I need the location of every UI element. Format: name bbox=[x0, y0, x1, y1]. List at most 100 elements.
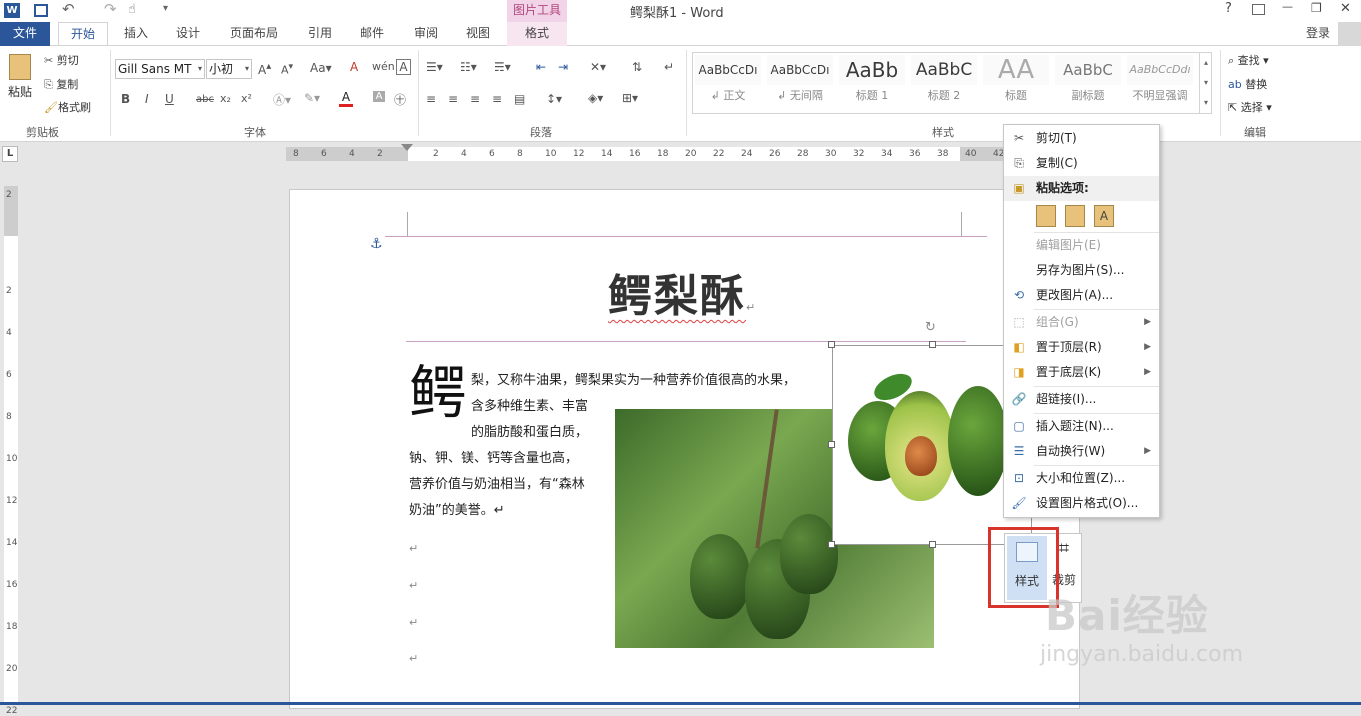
resize-handle[interactable] bbox=[929, 541, 936, 548]
clear-format-icon[interactable]: A bbox=[350, 60, 358, 74]
format-painter-button[interactable]: 🖌格式刷 bbox=[44, 99, 91, 115]
text-effects-icon[interactable]: Ⓐ▾ bbox=[273, 91, 291, 108]
tab-selector[interactable]: L bbox=[2, 146, 18, 162]
style-heading2[interactable]: AaBbC 标题 2 bbox=[911, 55, 977, 103]
decrease-indent-icon[interactable]: ⇤ bbox=[536, 60, 546, 74]
phonetic-guide-icon[interactable]: wén bbox=[372, 60, 395, 73]
login-link[interactable]: 登录 bbox=[1300, 22, 1336, 46]
replace-button[interactable]: ab 替换 bbox=[1228, 76, 1267, 92]
increase-indent-icon[interactable]: ⇥ bbox=[558, 60, 568, 74]
tab-layout[interactable]: 页面布局 bbox=[222, 22, 286, 46]
menu-format-picture[interactable]: 🖌 设置图片格式(O)... bbox=[1004, 491, 1159, 516]
menu-size-position[interactable]: ⊡ 大小和位置(Z)... bbox=[1004, 466, 1159, 491]
borders-icon[interactable]: ⊞▾ bbox=[622, 91, 638, 105]
cut-avocado-image[interactable] bbox=[832, 345, 1032, 545]
touch-mode-icon[interactable]: ☝ bbox=[128, 2, 136, 17]
menu-change-picture[interactable]: ⟲ 更改图片(A)... bbox=[1004, 283, 1159, 308]
undo-icon[interactable]: ↶ bbox=[62, 0, 75, 18]
tab-insert[interactable]: 插入 bbox=[114, 22, 158, 46]
find-button[interactable]: ⌕ 查找 ▾ bbox=[1228, 52, 1269, 68]
resize-handle[interactable] bbox=[929, 341, 936, 348]
style-no-spacing[interactable]: AaBbCcDı ↲ 无间隔 bbox=[767, 55, 833, 103]
tab-mailings[interactable]: 邮件 bbox=[350, 22, 394, 46]
menu-wrap-text[interactable]: ☰ 自动换行(W) ▶ bbox=[1004, 439, 1159, 464]
font-size-dropdown[interactable]: 小初 ▾ bbox=[206, 59, 252, 79]
word-app-icon[interactable]: W bbox=[4, 3, 20, 18]
gallery-scroll[interactable]: ▴ ▾ ▾ bbox=[1199, 53, 1212, 113]
paragraph-shading-icon[interactable]: ◈▾ bbox=[588, 91, 603, 105]
resize-handle[interactable] bbox=[828, 441, 835, 448]
copy-button[interactable]: ⎘ 复制 bbox=[44, 76, 78, 92]
paste-keep-format-icon[interactable] bbox=[1036, 205, 1056, 227]
menu-edit-picture[interactable]: 编辑图片(E) bbox=[1004, 233, 1159, 258]
align-center-icon[interactable]: ≡ bbox=[448, 92, 458, 106]
enclosed-char-icon[interactable]: ㊉ bbox=[394, 91, 406, 108]
paste-button[interactable]: 粘贴 bbox=[6, 54, 34, 106]
change-case-icon[interactable]: Aa▾ bbox=[310, 61, 332, 75]
font-color-icon[interactable]: A bbox=[339, 90, 353, 107]
tab-references[interactable]: 引用 bbox=[298, 22, 342, 46]
cut-button[interactable]: ✂ 剪切 bbox=[44, 52, 79, 68]
distribute-icon[interactable]: ▤ bbox=[514, 92, 525, 106]
menu-save-as-picture[interactable]: 另存为图片(S)... bbox=[1004, 258, 1159, 283]
tab-home[interactable]: 开始 bbox=[58, 22, 108, 47]
grow-font-icon[interactable]: A▴ bbox=[258, 61, 271, 77]
rotate-handle-icon[interactable]: ↻ bbox=[925, 320, 936, 335]
tab-file[interactable]: 文件 bbox=[0, 22, 50, 46]
save-icon[interactable] bbox=[34, 4, 48, 17]
font-name-dropdown[interactable]: Gill Sans MT ▾ bbox=[115, 59, 205, 79]
resize-handle[interactable] bbox=[828, 541, 835, 548]
style-heading1[interactable]: AaBb 标题 1 bbox=[839, 55, 905, 103]
tab-review[interactable]: 审阅 bbox=[404, 22, 448, 46]
menu-copy[interactable]: ⎘ 复制(C) bbox=[1004, 151, 1159, 176]
menu-group[interactable]: ⬚ 组合(G) ▶ bbox=[1004, 310, 1159, 335]
style-subtitle[interactable]: AaBbC 副标题 bbox=[1055, 55, 1121, 103]
superscript-button[interactable]: x² bbox=[241, 92, 252, 105]
justify-icon[interactable]: ≡ bbox=[492, 92, 502, 106]
indent-marker[interactable] bbox=[401, 144, 413, 164]
menu-cut[interactable]: ✂ 剪切(T) bbox=[1004, 126, 1159, 151]
shading-icon[interactable]: A bbox=[373, 91, 385, 102]
underline-button[interactable]: U bbox=[165, 92, 174, 106]
sort-icon[interactable]: ⇅ bbox=[632, 60, 642, 74]
resize-handle[interactable] bbox=[828, 341, 835, 348]
strikethrough-button[interactable]: abc bbox=[196, 94, 214, 105]
paste-merge-icon[interactable] bbox=[1065, 205, 1085, 227]
highlight-icon[interactable]: ✎▾ bbox=[304, 91, 320, 105]
style-normal[interactable]: AaBbCcDı ↲ 正文 bbox=[695, 55, 761, 103]
paste-text-only-icon[interactable]: A bbox=[1094, 205, 1114, 227]
user-avatar[interactable] bbox=[1338, 22, 1361, 46]
bullets-icon[interactable]: ☰▾ bbox=[426, 60, 443, 74]
shrink-font-icon[interactable]: A▾ bbox=[281, 61, 293, 77]
subscript-button[interactable]: x₂ bbox=[220, 92, 231, 105]
multilevel-list-icon[interactable]: ☴▾ bbox=[494, 60, 511, 74]
style-subtle-emphasis[interactable]: AaBbCcDdı 不明显强调 bbox=[1127, 55, 1193, 103]
customize-qat-icon[interactable]: ▾ bbox=[163, 3, 168, 14]
show-marks-icon[interactable]: ↵ bbox=[664, 60, 674, 74]
align-right-icon[interactable]: ≡ bbox=[470, 92, 480, 106]
redo-icon[interactable]: ↷ bbox=[104, 0, 117, 18]
close-button[interactable]: ✕ bbox=[1340, 1, 1351, 16]
ribbon-display-options-icon[interactable] bbox=[1252, 4, 1265, 15]
italic-button[interactable]: I bbox=[145, 92, 149, 106]
asian-layout-icon[interactable]: ✕▾ bbox=[590, 60, 606, 74]
menu-insert-caption[interactable]: ▢ 插入题注(N)... bbox=[1004, 414, 1159, 439]
menu-send-back[interactable]: ◨ 置于底层(K) ▶ bbox=[1004, 360, 1159, 385]
select-button[interactable]: ⇱ 选择 ▾ bbox=[1228, 99, 1272, 115]
vertical-ruler[interactable]: 2 2 4 6 8 10 12 14 16 18 20 22 bbox=[0, 166, 24, 716]
minimize-button[interactable]: — bbox=[1282, 0, 1293, 13]
help-button[interactable]: ? bbox=[1225, 1, 1232, 16]
line-spacing-icon[interactable]: ↕▾ bbox=[546, 92, 562, 106]
bold-button[interactable]: B bbox=[121, 92, 130, 106]
menu-bring-front[interactable]: ◧ 置于顶层(R) ▶ bbox=[1004, 335, 1159, 360]
align-left-icon[interactable]: ≡ bbox=[426, 92, 436, 106]
restore-button[interactable]: ❐ bbox=[1311, 1, 1322, 15]
tab-picture-format[interactable]: 格式 bbox=[507, 22, 567, 46]
char-border-icon[interactable]: A bbox=[396, 59, 411, 75]
style-title[interactable]: AA 标题 bbox=[983, 55, 1049, 103]
tab-view[interactable]: 视图 bbox=[456, 22, 500, 46]
document-page[interactable]: ⚓ 鳄梨酥↵ 鳄 梨，又称牛油果，鳄梨果实为一种营养价值很高的水果， 含多种维生… bbox=[289, 189, 1080, 709]
menu-hyperlink[interactable]: 🔗 超链接(I)... bbox=[1004, 387, 1159, 412]
numbering-icon[interactable]: ☷▾ bbox=[460, 60, 477, 74]
tab-design[interactable]: 设计 bbox=[166, 22, 210, 46]
